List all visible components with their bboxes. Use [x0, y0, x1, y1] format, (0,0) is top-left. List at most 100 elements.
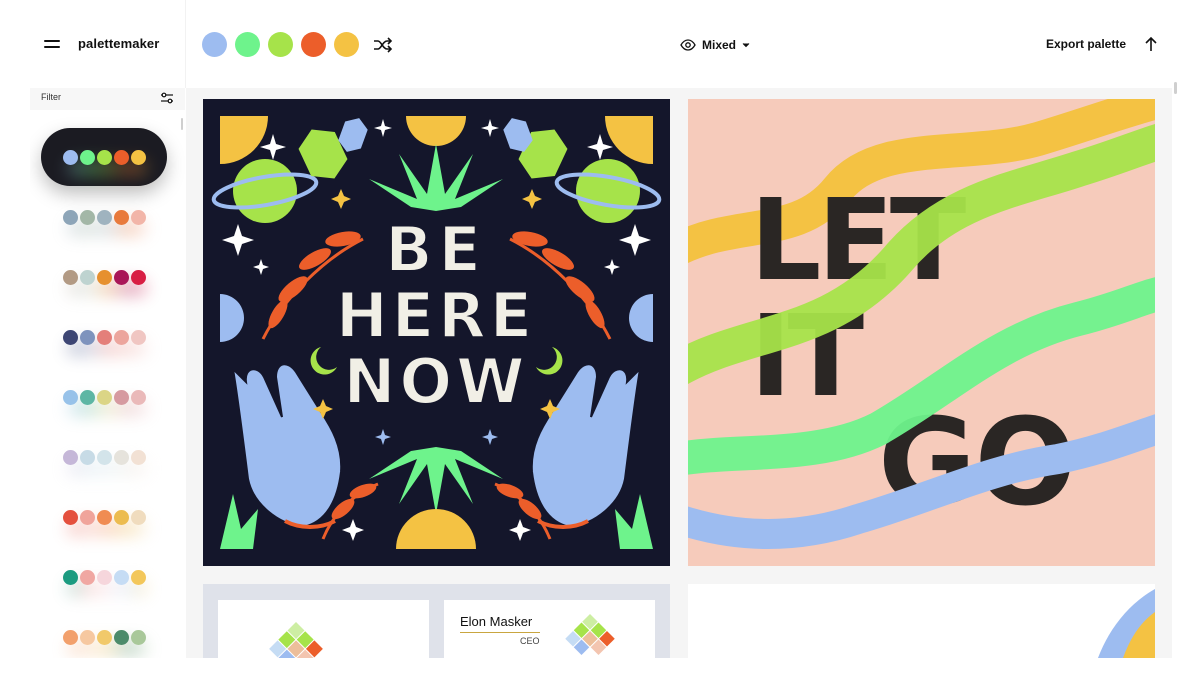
palette-color-dot	[113, 389, 129, 405]
palette-color-dot	[130, 509, 146, 525]
palette-glow	[66, 639, 147, 656]
palette-dots	[62, 509, 147, 536]
palette-list-item[interactable]	[41, 368, 167, 426]
palette-list-item[interactable]	[41, 488, 167, 546]
brand-logo[interactable]: palettemaker	[78, 36, 159, 51]
filter-bar[interactable]: Filter	[30, 88, 185, 110]
palette-dots	[62, 569, 147, 596]
palette-color-dot	[96, 389, 112, 405]
palette-color-dot	[62, 389, 78, 405]
palette-color-dot	[62, 269, 78, 285]
filter-icon[interactable]	[160, 91, 174, 105]
top-bar: palettemaker Mixed Export palette	[0, 0, 1200, 88]
palette-color-dot	[62, 149, 78, 165]
arrow-up-icon[interactable]	[1142, 34, 1160, 54]
palette-glow	[66, 339, 147, 356]
business-card-front: Elon Masker CEO	[444, 600, 655, 658]
palette-color-dot	[113, 449, 129, 465]
palette-glow	[66, 459, 147, 476]
palette-dots	[62, 629, 147, 656]
palette-color-dot	[62, 509, 78, 525]
artwork-let-it-go[interactable]: LET IT GO	[688, 99, 1155, 566]
gallery: BE HERE NOW LET IT GO Elon Masker CEO	[186, 88, 1172, 658]
palette-dots	[62, 329, 147, 356]
palette-color-dot	[96, 509, 112, 525]
chevron-down-icon	[742, 43, 750, 48]
palette-color-dot	[62, 569, 78, 585]
palette-list-item[interactable]	[41, 548, 167, 606]
palette-dots	[62, 209, 147, 236]
gallery-scrollbar[interactable]	[1174, 82, 1177, 94]
palette-color-dot	[79, 389, 95, 405]
palette-dots	[62, 389, 147, 416]
eye-icon	[680, 39, 696, 51]
palette-color-dot	[96, 329, 112, 345]
palette-dots	[62, 149, 147, 176]
palette-color-dot	[96, 269, 112, 285]
palette-glow	[66, 399, 147, 416]
palette-swatch-5[interactable]	[334, 32, 359, 57]
palette-color-dot	[130, 569, 146, 585]
palette-swatch-4[interactable]	[301, 32, 326, 57]
palette-list-item[interactable]	[41, 128, 167, 186]
business-card-back	[218, 600, 429, 658]
palette-color-dot	[62, 449, 78, 465]
card-name: Elon Masker	[460, 614, 533, 629]
palette-color-dot	[79, 449, 95, 465]
art-line-3: NOW	[344, 345, 529, 418]
menu-icon[interactable]	[44, 38, 62, 52]
palette-glow	[66, 159, 147, 176]
palette-color-dot	[62, 329, 78, 345]
artwork-abstract[interactable]	[688, 584, 1155, 658]
palette-list	[30, 128, 180, 658]
palette-color-dot	[79, 209, 95, 225]
palette-color-dot	[79, 269, 95, 285]
export-palette-button[interactable]: Export palette	[1046, 37, 1126, 51]
palette-list-item[interactable]	[41, 248, 167, 306]
artwork-business-cards[interactable]: Elon Masker CEO	[203, 584, 670, 658]
palette-dots	[62, 449, 147, 476]
art-line-1: BE	[385, 213, 487, 286]
filter-label: Filter	[41, 92, 61, 102]
palette-color-dot	[96, 149, 112, 165]
current-palette	[202, 32, 359, 58]
palette-swatch-2[interactable]	[235, 32, 260, 57]
palette-color-dot	[96, 569, 112, 585]
palette-list-item[interactable]	[41, 188, 167, 246]
palette-color-dot	[113, 629, 129, 645]
palette-color-dot	[79, 629, 95, 645]
palette-color-dot	[113, 569, 129, 585]
palette-glow	[66, 519, 147, 536]
palette-color-dot	[130, 329, 146, 345]
palette-color-dot	[79, 509, 95, 525]
palette-color-dot	[62, 629, 78, 645]
palette-list-item[interactable]	[41, 608, 167, 658]
palette-color-dot	[130, 149, 146, 165]
sidebar-scrollbar[interactable]	[181, 118, 183, 130]
palette-glow	[66, 579, 147, 596]
palette-color-dot	[130, 269, 146, 285]
palette-glow	[66, 279, 147, 296]
palette-color-dot	[130, 449, 146, 465]
palette-color-dot	[79, 329, 95, 345]
palette-sidebar: Filter	[30, 88, 185, 658]
palette-swatch-1[interactable]	[202, 32, 227, 57]
view-mode-dropdown[interactable]: Mixed	[680, 35, 750, 55]
art-line-2: HERE	[336, 279, 536, 352]
window-bottom	[0, 658, 1200, 680]
artwork-be-here-now[interactable]: BE HERE NOW	[203, 99, 670, 566]
shuffle-icon[interactable]	[372, 34, 394, 56]
palette-color-dot	[96, 209, 112, 225]
palette-color-dot	[113, 509, 129, 525]
palette-list-item[interactable]	[41, 428, 167, 486]
divider	[185, 0, 186, 88]
palette-color-dot	[130, 629, 146, 645]
palette-color-dot	[113, 149, 129, 165]
palette-color-dot	[79, 149, 95, 165]
palette-list-item[interactable]	[41, 308, 167, 366]
palette-color-dot	[96, 629, 112, 645]
palette-color-dot	[62, 209, 78, 225]
palette-swatch-3[interactable]	[268, 32, 293, 57]
card-role: CEO	[520, 636, 540, 646]
palette-color-dot	[96, 449, 112, 465]
